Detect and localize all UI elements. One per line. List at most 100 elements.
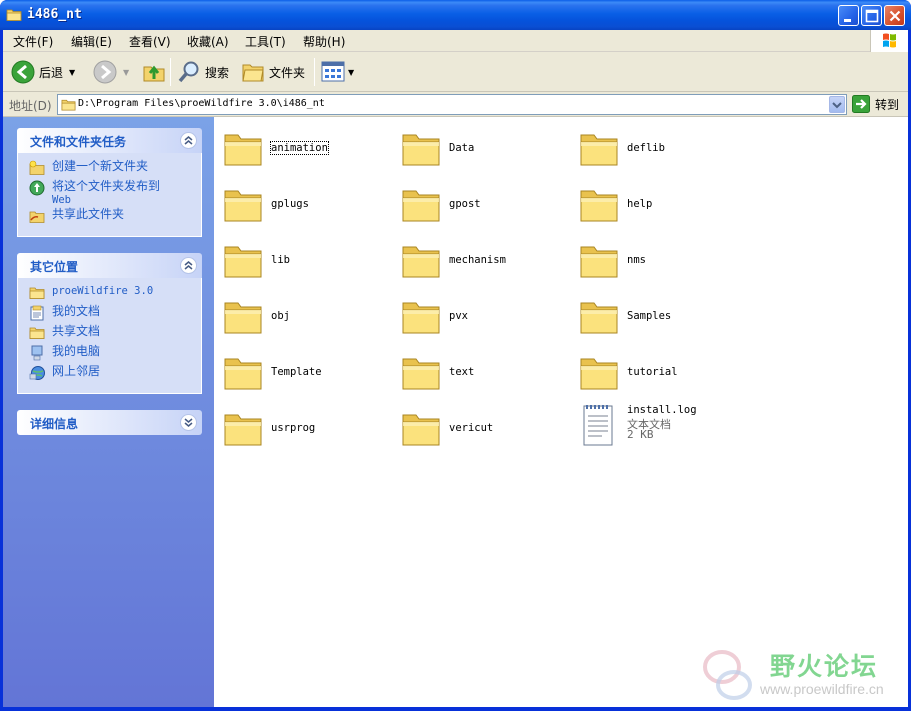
folder-icon [29,287,45,299]
folder-item[interactable]: tutorial [570,345,740,395]
my-computer-icon [31,345,43,361]
panel-header[interactable]: 文件和文件夹任务 [17,128,202,153]
forward-arrow-icon [93,60,117,84]
folders-button[interactable]: 文件夹 [241,58,305,86]
place-label: 我的文档 [52,304,101,318]
folder-name: Data [449,142,475,154]
folder-icon [578,183,620,228]
address-path: D:\Program Files\proeWildfire 3.0\i486_n… [78,98,325,109]
panel-title: 文件和文件夹任务 [30,135,127,149]
place-my-computer[interactable]: 我的电脑 [18,345,201,365]
forward-button[interactable]: ▼ [93,58,129,86]
file-folder-tasks-panel: 文件和文件夹任务 创建一个新文件夹 将这个文件夹发布到 Web 共享此文件夹 [17,128,202,237]
folder-item[interactable]: text [392,345,562,395]
explorer-window: i486_nt 文件(F) 编辑(E) 查看(V) 收藏(A) 工具(T) 帮助… [0,0,911,711]
my-documents-icon [30,305,44,321]
window-border-bottom [0,707,911,711]
toolbar-separator [314,58,315,86]
window-border-left [0,30,3,711]
maximize-button[interactable] [861,5,882,26]
folder-item[interactable]: help [570,177,740,227]
folder-icon [578,127,620,172]
folder-up-icon [143,65,165,82]
folder-item[interactable]: gpost [392,177,562,227]
panel-body: proeWildfire 3.0 我的文档 共享文档 我的电脑 网上邻居 [17,278,202,394]
folder-item[interactable]: Data [392,121,562,171]
place-proewildfire[interactable]: proeWildfire 3.0 [18,285,201,305]
place-my-documents[interactable]: 我的文档 [18,305,201,325]
window-title: i486_nt [27,7,82,22]
collapse-chevron-icon[interactable] [180,257,197,274]
menu-view[interactable]: 查看(V) [129,33,171,50]
address-input[interactable]: D:\Program Files\proeWildfire 3.0\i486_n… [57,94,847,115]
folder-icon [400,407,442,452]
expand-chevron-icon[interactable] [180,414,197,431]
task-share-folder[interactable]: 共享此文件夹 [18,208,201,228]
go-arrow-icon [852,95,870,113]
task-label: 将这个文件夹发布到 Web [52,179,161,207]
folder-item[interactable]: animation [214,121,384,171]
folder-icon [222,351,264,396]
panel-title: 其它位置 [30,260,79,274]
folder-item[interactable]: Samples [570,289,740,339]
folder-item[interactable]: vericut [392,401,562,451]
folder-icon [578,239,620,284]
folder-name: gplugs [271,198,309,210]
place-network[interactable]: 网上邻居 [18,365,201,385]
forward-dropdown-icon[interactable]: ▼ [123,68,129,77]
menu-edit[interactable]: 编辑(E) [71,33,112,50]
place-shared-documents[interactable]: 共享文档 [18,325,201,345]
folder-icon [400,239,442,284]
folder-item[interactable]: usrprog [214,401,384,451]
folder-icon [222,295,264,340]
address-dropdown-button[interactable] [829,96,845,113]
folders-icon [242,64,264,82]
address-bar: 地址(D) D:\Program Files\proeWildfire 3.0\… [3,92,908,117]
folder-name: Template [271,366,322,378]
go-button[interactable]: 转到 [852,95,899,113]
close-button[interactable] [884,5,905,26]
globe-publish-icon [29,180,45,196]
folder-item[interactable]: mechanism [392,233,562,283]
search-icon [178,61,199,83]
view-dropdown-icon[interactable]: ▼ [348,68,354,77]
back-arrow-icon [11,60,35,84]
folder-icon [400,127,442,172]
menu-favorites[interactable]: 收藏(A) [187,33,229,50]
address-label: 地址(D) [9,99,52,113]
task-publish-web[interactable]: 将这个文件夹发布到 Web [18,180,201,208]
back-label: 后退 [39,65,64,80]
folder-item[interactable]: deflib [570,121,740,171]
windows-logo-icon [870,30,908,52]
back-button[interactable]: 后退 ▼ [11,58,75,86]
task-pane: 文件和文件夹任务 创建一个新文件夹 将这个文件夹发布到 Web 共享此文件夹 其… [3,117,214,707]
file-item-log[interactable]: install.log 文本文档 2 KB [570,401,740,451]
menu-help[interactable]: 帮助(H) [303,33,345,50]
menu-file[interactable]: 文件(F) [13,33,53,50]
folder-item[interactable]: gplugs [214,177,384,227]
view-menu-button[interactable]: ▼ [321,58,354,86]
minimize-button[interactable] [838,5,859,26]
text-document-icon [582,401,616,450]
collapse-chevron-icon[interactable] [180,132,197,149]
folder-name: nms [627,254,646,266]
folder-name: mechanism [449,254,506,266]
folder-name: vericut [449,422,494,434]
panel-header[interactable]: 详细信息 [17,410,202,435]
folder-item[interactable]: obj [214,289,384,339]
panel-header[interactable]: 其它位置 [17,253,202,278]
folder-item[interactable]: Template [214,345,384,395]
task-new-folder[interactable]: 创建一个新文件夹 [18,160,201,180]
place-label: 网上邻居 [52,364,101,378]
back-dropdown-icon[interactable]: ▼ [69,68,75,77]
up-folder-button[interactable] [142,58,166,86]
title-bar[interactable]: i486_nt [0,0,911,30]
folder-icon [400,183,442,228]
folder-item[interactable]: nms [570,233,740,283]
watermark-url: www.proewildfire.cn [760,681,884,697]
folder-item[interactable]: pvx [392,289,562,339]
menu-tools[interactable]: 工具(T) [245,33,286,50]
place-label: proeWildfire 3.0 [52,285,154,297]
folder-item[interactable]: lib [214,233,384,283]
search-button[interactable]: 搜索 [177,58,229,86]
